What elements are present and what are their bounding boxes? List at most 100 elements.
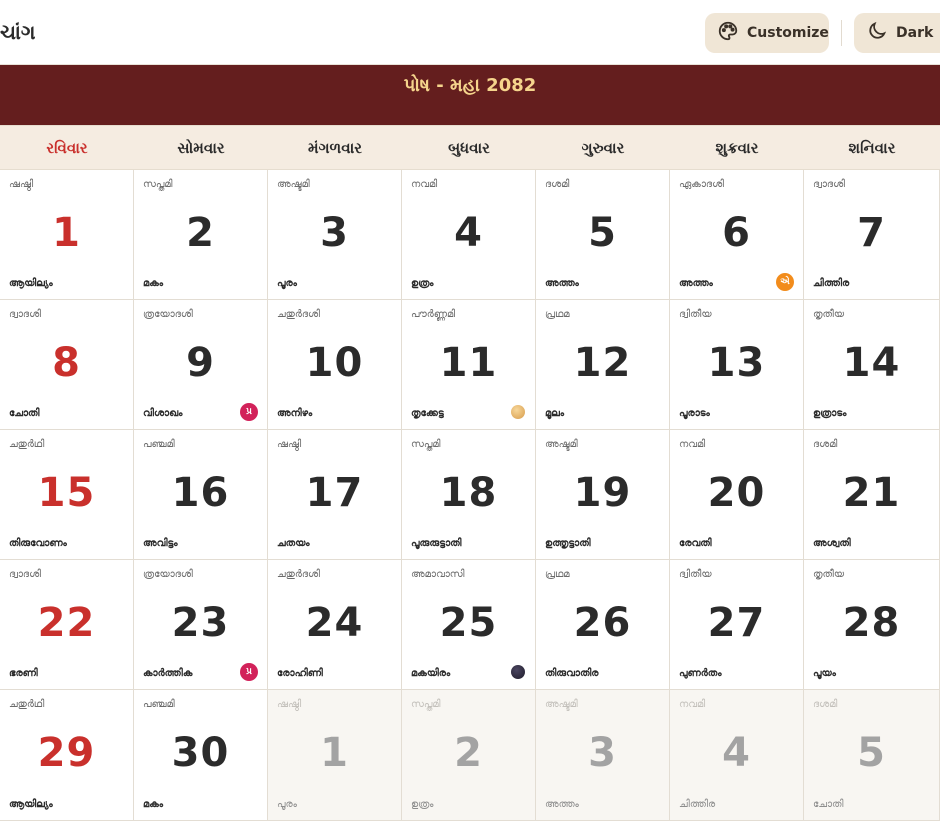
top-bar: ચાંગ Customize Dark (0, 0, 940, 65)
weekday-wednesday: બુધવાર (448, 138, 490, 157)
day-number: 20 (707, 470, 766, 516)
tithi-label: സപ്തമി (411, 439, 441, 450)
day-number: 22 (37, 600, 96, 646)
day-number: 2 (454, 730, 483, 776)
day-number: 29 (37, 730, 96, 776)
day-cell[interactable]: ചതുർദശി 10 അനിഴം (268, 300, 402, 430)
nakshatra-label: ഉത്രം (411, 278, 434, 289)
tithi-label: ചതുർദശി (277, 569, 320, 580)
day-cell[interactable]: ദ്വാദശി 8 ചോതി (0, 300, 134, 430)
day-number: 6 (722, 210, 751, 256)
palette-icon (717, 20, 739, 46)
tithi-label: ഷഷ്ഠി (277, 699, 302, 710)
tithi-label: ത്രയോദശി (143, 569, 193, 580)
tithi-label: പഞ്ചമി (143, 699, 175, 710)
nakshatra-label: രേവതി (679, 538, 712, 549)
nakshatra-label: ചതയം (277, 538, 310, 549)
day-cell[interactable]: ത്രയോദശി 23 കാർത്തിക પ્ર (134, 560, 268, 690)
tithi-label: ഷഷ്ഠി (9, 179, 34, 190)
tithi-label: അഷ്ടമി (277, 179, 310, 190)
weekday-sunday: રવિવાર (46, 138, 88, 157)
day-cell[interactable]: അഷ്ടമി 19 ഉത്തൃട്ടാതി (536, 430, 670, 560)
day-number: 1 (52, 210, 81, 256)
day-cell[interactable]: പൗർണ്ണമി 11 തൃക്കേട്ട (402, 300, 536, 430)
weekday-tuesday: મંગળવાર (307, 138, 362, 157)
day-cell-next-month[interactable]: നവമി 4 ചിത്തിര (670, 690, 804, 821)
nakshatra-label: പുണർതം (679, 668, 722, 679)
nakshatra-label: തൃക്കേട്ട (411, 408, 444, 419)
day-number: 24 (305, 600, 364, 646)
pradosh-badge: પ્ર (240, 663, 258, 681)
day-cell-next-month[interactable]: ദശമി 5 ചോതി (804, 690, 940, 821)
day-cell[interactable]: തൃതീയ 28 പൂയം (804, 560, 940, 690)
day-number: 27 (707, 600, 766, 646)
day-number: 26 (573, 600, 632, 646)
day-cell[interactable]: സപ്തമി 18 പൂരുരുട്ടാതി (402, 430, 536, 560)
day-cell-next-month[interactable]: അഷ്ടമി 3 അത്തം (536, 690, 670, 821)
tithi-label: നവമി (679, 439, 706, 450)
day-cell[interactable]: ചതുർദശി 24 രോഹിണി (268, 560, 402, 690)
tithi-label: പൗർണ്ണമി (411, 309, 456, 320)
nakshatra-label: അനിഴം (277, 408, 313, 419)
day-cell[interactable]: ഷഷ്ഠി 1 ആയില്യം (0, 170, 134, 300)
day-cell[interactable]: ദ്വിതീയ 13 പൂരാടം (670, 300, 804, 430)
tithi-label: പ്രഥമ (545, 569, 570, 580)
day-cell[interactable]: അമാവാസി 25 മകയിരം (402, 560, 536, 690)
nakshatra-label: വിശാഖം (143, 408, 183, 419)
nakshatra-label: ചിത്തിര (679, 799, 716, 810)
day-cell[interactable]: തൃതീയ 14 ഉത്രാടം (804, 300, 940, 430)
day-cell[interactable]: ദ്വാദശി 22 ഭരണി (0, 560, 134, 690)
tithi-label: ദ്വാദശി (9, 569, 41, 580)
day-cell[interactable]: അഷ്ടമി 3 പൂരം (268, 170, 402, 300)
nakshatra-label: അത്തം (545, 278, 579, 289)
tithi-label: ദ്വാദശി (9, 309, 41, 320)
day-cell[interactable]: ഷഷ്ഠി 17 ചതയം (268, 430, 402, 560)
day-number: 4 (454, 210, 483, 256)
day-cell[interactable]: പ്രഥമ 26 തിരുവാതിര (536, 560, 670, 690)
tithi-label: സപ്തമി (411, 699, 441, 710)
nakshatra-label: അത്തം (545, 799, 579, 810)
day-number: 18 (439, 470, 498, 516)
day-cell[interactable]: നവമി 20 രേവതി (670, 430, 804, 560)
full-moon-icon (511, 405, 525, 419)
weekday-saturday: શનિવાર (848, 138, 896, 157)
day-cell[interactable]: ത്രയോദശി 9 വിശാഖം પ્ર (134, 300, 268, 430)
nakshatra-label: ആയില്യം (9, 278, 53, 289)
day-cell[interactable]: ദ്വാദശി 7 ചിത്തിര (804, 170, 940, 300)
nakshatra-label: ചോതി (9, 408, 40, 419)
day-number: 4 (722, 730, 751, 776)
tithi-label: ദ്വിതീയ (679, 309, 712, 320)
day-number: 3 (320, 210, 349, 256)
day-number: 5 (857, 730, 886, 776)
day-cell-next-month[interactable]: ഷഷ്ഠി 1 പൂരം (268, 690, 402, 821)
day-cell[interactable]: ഏകാദശി 6 അത്തം એ (670, 170, 804, 300)
day-cell[interactable]: ചതുർഥി 29 ആയില്യം (0, 690, 134, 821)
tithi-label: തൃതീയ (813, 309, 845, 320)
customize-button[interactable]: Customize (705, 13, 829, 53)
nakshatra-label: മകം (143, 799, 164, 810)
day-cell[interactable]: പ്രഥമ 12 മൂലം (536, 300, 670, 430)
nakshatra-label: പൂരുരുട്ടാതി (411, 538, 462, 549)
day-cell[interactable]: നവമി 4 ഉത്രം (402, 170, 536, 300)
day-cell[interactable]: പഞ്ചമി 16 അവിട്ടം (134, 430, 268, 560)
weekday-friday: શુક્રવાર (715, 138, 759, 157)
tithi-label: നവമി (411, 179, 438, 190)
day-number: 1 (320, 730, 349, 776)
nakshatra-label: പൂരം (277, 799, 297, 810)
day-cell[interactable]: ദ്വിതീയ 27 പുണർതം (670, 560, 804, 690)
new-moon-icon (511, 665, 525, 679)
day-number: 14 (842, 340, 901, 386)
nakshatra-label: ആയില്യം (9, 799, 53, 810)
nakshatra-label: കാർത്തിക (143, 668, 193, 679)
nakshatra-label: മകയിരം (411, 668, 451, 679)
day-cell[interactable]: സപ്തമി 2 മകം (134, 170, 268, 300)
day-cell[interactable]: ദശമി 21 അശ്വതി (804, 430, 940, 560)
tithi-label: ദ്വിതീയ (679, 569, 712, 580)
day-cell[interactable]: ദശമി 5 അത്തം (536, 170, 670, 300)
day-cell[interactable]: പഞ്ചമി 30 മകം (134, 690, 268, 821)
tithi-label: ത്രയോദശി (143, 309, 193, 320)
weekday-thursday: ગુરુવાર (581, 138, 625, 157)
day-cell-next-month[interactable]: സപ്തമി 2 ഉത്രം (402, 690, 536, 821)
dark-mode-button[interactable]: Dark (854, 13, 940, 53)
day-cell[interactable]: ചതുർഥി 15 തിരുവോണം (0, 430, 134, 560)
